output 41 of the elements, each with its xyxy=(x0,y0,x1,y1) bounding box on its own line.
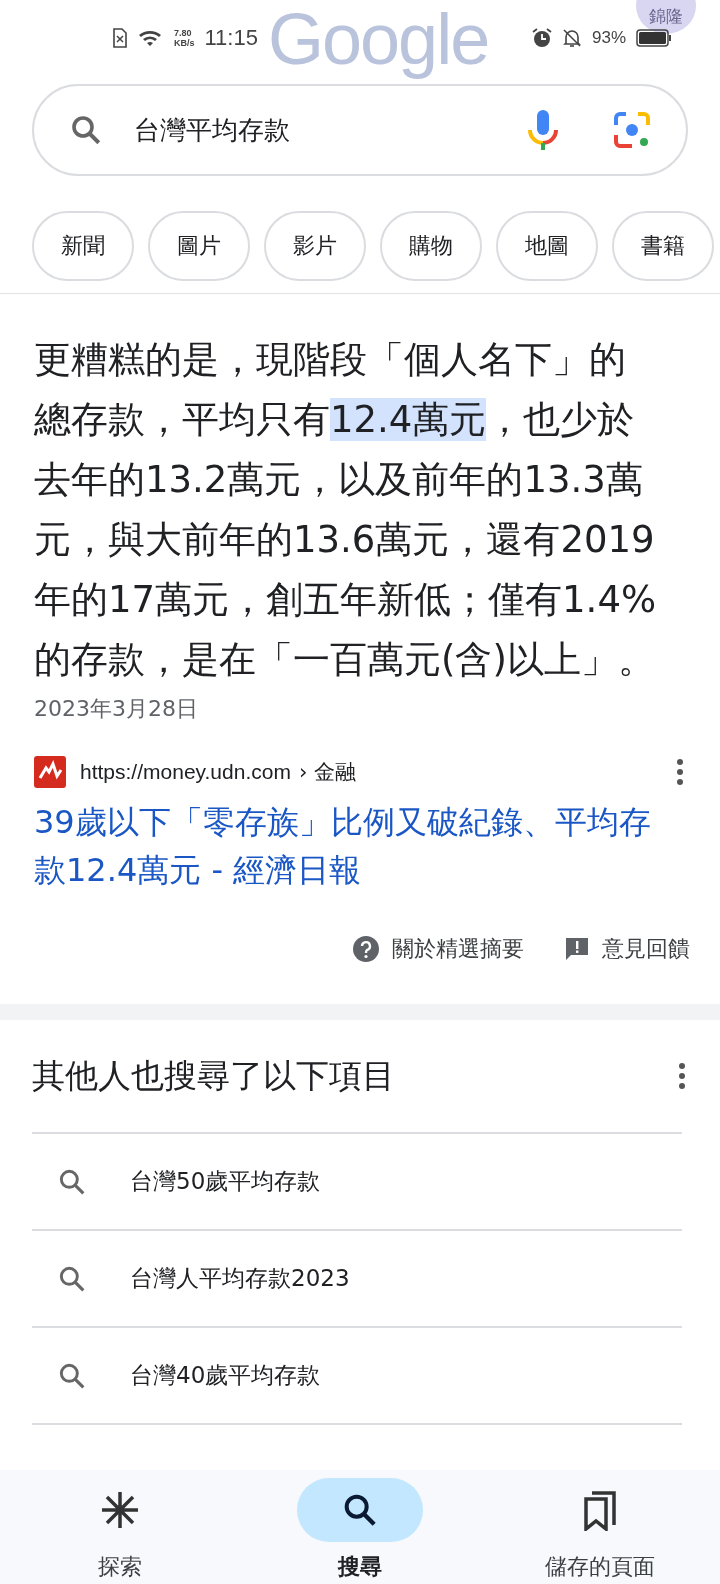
camera-lens-icon[interactable] xyxy=(612,110,652,150)
filter-chip[interactable]: 圖片 xyxy=(148,211,250,281)
microphone-icon[interactable] xyxy=(526,108,560,152)
snippet-date: 2023年3月28日 xyxy=(34,695,199,723)
site-favicon xyxy=(34,756,66,788)
more-options-icon[interactable] xyxy=(676,758,684,786)
filter-chip[interactable]: 書籍 xyxy=(612,211,714,281)
related-search-item[interactable]: 台灣40歲平均存款 xyxy=(32,1328,682,1425)
google-logo: Google xyxy=(268,0,489,80)
related-search-item[interactable]: 台灣人平均存款2023 xyxy=(32,1231,682,1328)
wifi-icon xyxy=(138,28,164,48)
search-field[interactable]: 台灣平均存款 xyxy=(32,84,688,176)
battery-icon xyxy=(636,29,672,47)
filter-chip[interactable]: 新聞 xyxy=(32,211,134,281)
filter-chip[interactable]: 購物 xyxy=(380,211,482,281)
feedback-button[interactable]: 意見回饋 xyxy=(564,934,690,964)
bell-off-icon xyxy=(561,28,582,48)
related-search-item[interactable]: 台灣50歲平均存款 xyxy=(32,1134,682,1231)
asterisk-icon xyxy=(100,1490,140,1530)
feedback-icon xyxy=(564,936,590,962)
nav-tab[interactable]: 搜尋 xyxy=(260,1470,460,1584)
more-options-icon[interactable] xyxy=(678,1062,686,1090)
related-searches-heading: 其他人也搜尋了以下項目 xyxy=(32,1054,395,1097)
featured-snippet-text: 更糟糕的是，現階段「個人名下」的總存款，平均只有12.4萬元，也少於去年的13.2萬元，以及前年的13.3萬元，與大前年的13.6萬元，還有2019年的17萬元，創五年新低；僅有1.4%的存款，是在「一百萬元(含)以上」。 xyxy=(34,337,658,683)
network-speed: 7.80 xyxy=(174,28,193,38)
filter-chip[interactable]: 地圖 xyxy=(496,211,598,281)
nav-tab[interactable]: 儲存的頁面 xyxy=(500,1470,700,1584)
avatar[interactable]: 錦隆 xyxy=(636,0,696,34)
result-title-link[interactable]: 39歲以下「零存族」比例又破紀錄、平均存款12.4萬元 - 經濟日報 xyxy=(34,798,654,894)
nav-tab[interactable]: 探索 xyxy=(20,1470,220,1584)
about-snippet-button[interactable]: 關於精選摘要 xyxy=(352,934,524,964)
source-url[interactable]: https://money.udn.com xyxy=(80,760,291,784)
help-icon xyxy=(352,935,380,963)
network-speed-unit: KB/s xyxy=(174,38,195,48)
filter-chip[interactable]: 影片 xyxy=(264,211,366,281)
bookmarks-icon xyxy=(582,1489,618,1531)
battery-percentage: 93% xyxy=(591,28,626,48)
sim-card-icon xyxy=(112,28,128,48)
source-breadcrumb: › 金融 xyxy=(298,759,357,786)
alarm-icon xyxy=(531,28,552,48)
clock: 11:15 xyxy=(204,25,258,51)
